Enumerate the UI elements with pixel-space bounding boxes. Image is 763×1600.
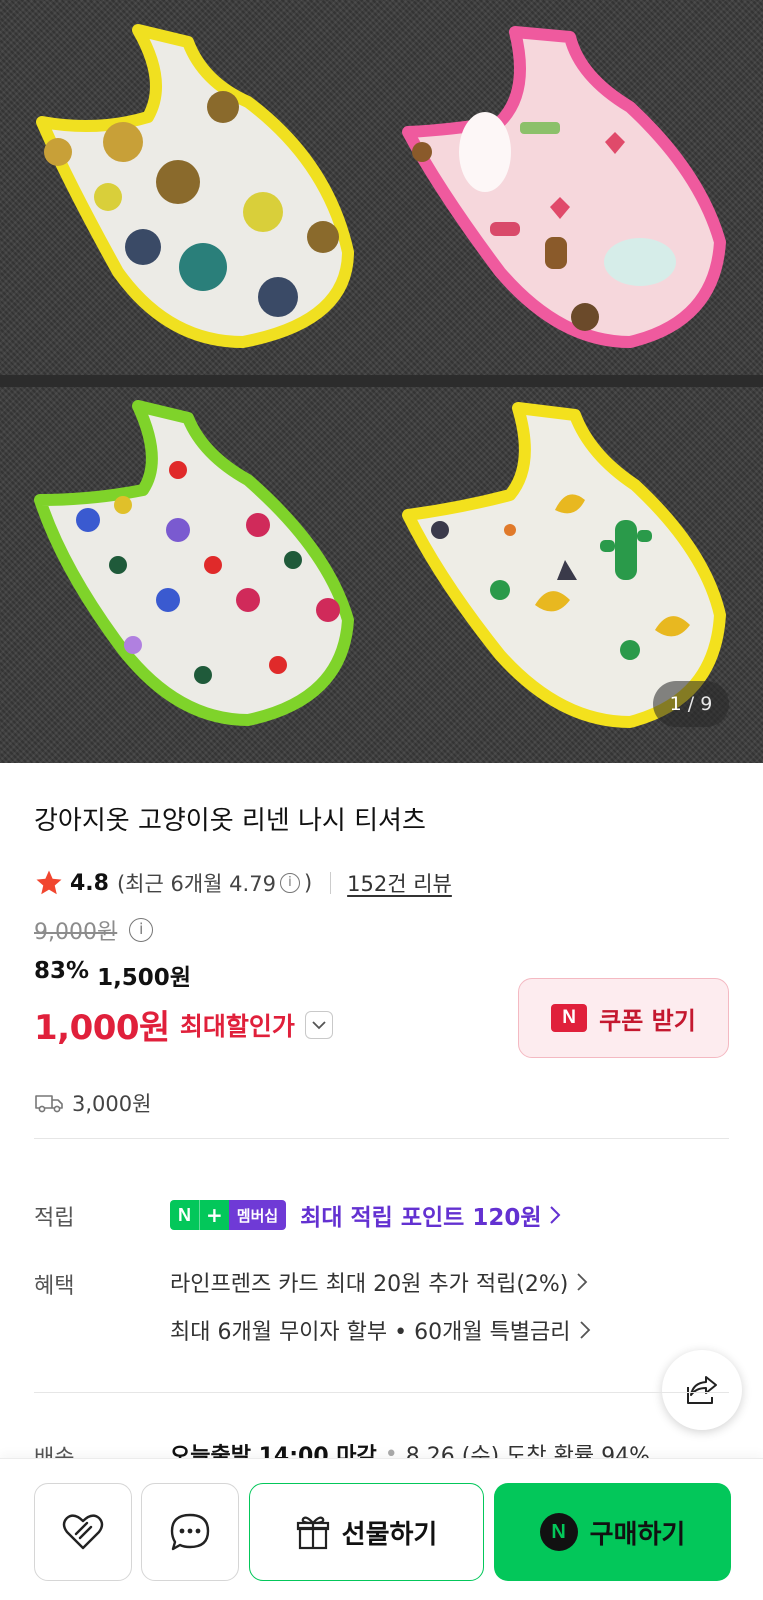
naver-plus-membership-badge: N + 멤버십 — [170, 1200, 287, 1230]
membership-points-link[interactable]: N + 멤버십 최대 적립 포인트 120원 — [170, 1198, 561, 1232]
final-price: 1,000원 — [34, 1008, 170, 1048]
review-count-link[interactable]: 152건 리뷰 — [347, 868, 452, 898]
section-divider — [34, 1392, 729, 1393]
image-page-separator: / — [687, 693, 695, 715]
info-icon[interactable]: i — [279, 873, 300, 893]
coupon-label: 쿠폰 받기 — [599, 1006, 696, 1035]
rating-score: 4.8 — [70, 870, 109, 896]
naver-n-icon: N — [551, 1004, 588, 1032]
max-points-text: 최대 적립 포인트 120원 — [300, 1205, 542, 1231]
chevron-down-icon — [312, 1020, 326, 1029]
price-detail-toggle[interactable] — [304, 1010, 333, 1039]
bottom-action-bar: 선물하기 N 구매하기 — [0, 1458, 763, 1600]
card-benefit-text: 라인프렌즈 카드 최대 20원 추가 적립(2%) — [170, 1272, 569, 1297]
heart-icon — [62, 1514, 104, 1550]
bear-print-shirt-image — [28, 22, 368, 352]
gift-label: 선물하기 — [341, 1519, 438, 1550]
wishlist-button[interactable] — [34, 1483, 132, 1581]
naver-pay-n-icon: N — [539, 1513, 578, 1551]
star-icon — [36, 870, 62, 895]
membership-badge-plus: + — [199, 1200, 229, 1230]
discount-percent: 83% — [34, 958, 90, 984]
divider — [330, 872, 332, 894]
chevron-right-icon — [577, 1273, 588, 1291]
gift-icon — [296, 1516, 329, 1550]
bunny-print-shirt-image — [400, 22, 740, 352]
rating-row: 4.8 (최근 6개월 4.79 i ) 152건 리뷰 — [34, 868, 452, 898]
membership-badge-n: N — [170, 1200, 199, 1230]
gift-button[interactable]: 선물하기 — [249, 1483, 484, 1581]
membership-badge-label: 멤버십 — [228, 1200, 287, 1230]
benefits-label: 혜택 — [34, 1274, 75, 1299]
final-price-row: 1,000원 최대할인가 — [34, 1000, 333, 1049]
delivery-truck-icon — [35, 1095, 63, 1113]
discount-row: 83% 1,500원 — [34, 958, 191, 992]
chevron-right-icon — [550, 1206, 561, 1224]
points-label: 적립 — [34, 1206, 75, 1231]
card-benefit-link[interactable]: 라인프렌즈 카드 최대 20원 추가 적립(2%) — [170, 1266, 588, 1298]
price-info-icon[interactable]: i — [129, 918, 154, 942]
shipping-fee: 3,000원 — [72, 1092, 152, 1116]
image-page-total: 9 — [700, 693, 713, 715]
buy-button[interactable]: N 구매하기 — [494, 1483, 731, 1581]
final-price-label: 최대할인가 — [179, 1011, 295, 1041]
share-button[interactable] — [662, 1350, 742, 1430]
product-title: 강아지옷 고양이옷 리넨 나시 티셔츠 — [34, 806, 426, 836]
recent-rating-close: ) — [303, 871, 313, 895]
image-divider — [0, 375, 763, 387]
section-divider — [34, 1138, 729, 1139]
chevron-right-icon — [579, 1321, 590, 1339]
shipping-row: 3,000원 — [34, 1088, 151, 1118]
discount-price: 1,500원 — [97, 965, 191, 991]
image-page-counter: 1 / 9 — [653, 681, 729, 727]
image-page-current: 1 — [669, 693, 682, 715]
coupon-badge-text: N — [562, 1007, 577, 1028]
share-icon — [687, 1376, 717, 1404]
talktalk-button[interactable] — [141, 1483, 239, 1581]
flower-print-shirt-image — [28, 400, 368, 730]
coupon-button[interactable]: N 쿠폰 받기 — [518, 978, 729, 1058]
product-image-gallery[interactable]: 1 / 9 — [0, 0, 763, 763]
original-price: 9,000원 — [34, 920, 118, 945]
chat-icon — [170, 1513, 210, 1551]
buy-label: 구매하기 — [589, 1519, 686, 1550]
original-price-row: 9,000원 i — [34, 914, 157, 946]
installment-benefit-link[interactable]: 최대 6개월 무이자 할부 • 60개월 특별금리 — [170, 1314, 591, 1346]
installment-benefit-text: 최대 6개월 무이자 할부 • 60개월 특별금리 — [170, 1320, 571, 1345]
buy-badge-text: N — [551, 1520, 566, 1543]
recent-rating: (최근 6개월 4.79 — [116, 872, 276, 896]
